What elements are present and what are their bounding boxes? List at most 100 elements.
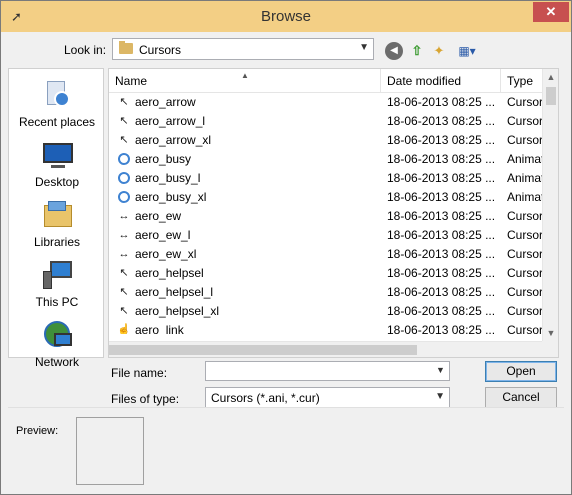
place-desktop[interactable]: Desktop — [9, 139, 105, 189]
file-name: aero_arrow — [135, 95, 196, 109]
file-type: Cursor — [507, 114, 543, 128]
lookin-dropdown[interactable]: Cursors ▼ — [112, 38, 374, 60]
table-row[interactable]: ↖ aero_arrow_xl 18-06-2013 08:25 ... Cursor — [109, 131, 543, 150]
view-menu-icon[interactable]: ▦▾ — [454, 42, 480, 60]
file-name: aero_ew_xl — [135, 247, 197, 261]
help-cursor-icon: ↖ — [119, 305, 129, 317]
table-row[interactable]: ↖ aero_helpsel_xl 18-06-2013 08:25 ... Curs… — [109, 302, 543, 321]
place-recent-places[interactable]: Recent places — [9, 79, 105, 129]
file-name: aero_link — [135, 323, 184, 334]
file-name: aero_ew — [135, 209, 182, 223]
file-type: Cursor — [507, 266, 543, 280]
this-pc-icon — [42, 259, 72, 289]
title-bar[interactable]: ➚ Browse ✕ — [1, 1, 571, 32]
file-type: Cursor — [507, 209, 543, 223]
file-type: Cursor — [507, 304, 543, 318]
file-date: 18-06-2013 08:25 ... — [387, 266, 496, 280]
file-type: Cursor — [507, 228, 543, 242]
filename-label: File name: — [111, 366, 168, 380]
filetype-value: Cursors (*.ani, *.cur) — [211, 391, 320, 405]
table-row[interactable]: aero_busy 18-06-2013 08:25 ... Animated cu… — [109, 150, 543, 169]
file-date: 18-06-2013 08:25 ... — [387, 209, 496, 223]
filename-input[interactable] — [205, 361, 450, 381]
file-date: 18-06-2013 08:25 ... — [387, 95, 496, 109]
up-folder-icon[interactable]: ⇧ — [408, 42, 426, 60]
scroll-thumb[interactable] — [546, 87, 556, 105]
file-name: aero_helpsel_xl — [135, 304, 220, 318]
table-row[interactable]: ↖ aero_arrow 18-06-2013 08:25 ... Cursor — [109, 93, 543, 112]
libraries-icon — [42, 199, 72, 229]
hand-cursor-icon: ☝ — [117, 324, 131, 334]
lookin-label: Look in: — [64, 43, 107, 57]
place-label: Recent places — [18, 115, 96, 129]
place-label: Network — [34, 355, 79, 369]
table-row[interactable]: ↖ aero_arrow_l 18-06-2013 08:25 ... Cursor — [109, 112, 543, 131]
filetype-label: Files of type: — [111, 392, 180, 406]
scroll-up-icon[interactable]: ▲ — [543, 69, 558, 85]
scroll-corner — [542, 341, 558, 357]
busy-ring-icon — [118, 153, 130, 165]
table-row[interactable]: ↖ aero_helpsel 18-06-2013 08:25 ... Cursor — [109, 264, 543, 283]
file-date: 18-06-2013 08:25 ... — [387, 228, 496, 242]
window-title: Browse — [260, 8, 312, 25]
recent-places-icon — [42, 79, 72, 109]
table-row[interactable]: aero_busy_xl 18-06-2013 08:25 ... Animated… — [109, 188, 543, 207]
column-date[interactable]: Date modified — [381, 69, 501, 93]
lookin-value: Cursors — [139, 43, 182, 57]
arrow-cursor-icon: ↖ — [119, 96, 129, 108]
desktop-icon — [42, 139, 73, 169]
scroll-down-icon[interactable]: ▼ — [543, 325, 558, 341]
resize-ew-icon: ↔ — [118, 248, 130, 260]
column-name[interactable]: Name ▲ — [109, 69, 381, 93]
file-name: aero_arrow_xl — [135, 133, 212, 147]
file-type: Animated cursor — [507, 171, 543, 185]
places-bar: Recent places Desktop Libraries This PC … — [8, 68, 105, 369]
file-type: Cursor — [507, 285, 543, 299]
help-cursor-icon: ↖ — [119, 286, 129, 298]
file-type: Animated cursor — [507, 152, 543, 166]
new-folder-icon[interactable]: ✦ — [430, 42, 448, 60]
file-date: 18-06-2013 08:25 ... — [387, 323, 496, 334]
preview-label: Preview: — [16, 425, 59, 437]
chevron-down-icon[interactable]: ▼ — [436, 365, 445, 375]
file-type: Animated cursor — [507, 190, 543, 204]
file-type: Cursor — [507, 247, 543, 261]
busy-ring-icon — [118, 172, 130, 184]
resize-ew-icon: ↔ — [118, 229, 130, 241]
file-date: 18-06-2013 08:25 ... — [387, 190, 496, 204]
cancel-button[interactable]: Cancel — [485, 387, 557, 408]
place-label: Libraries — [33, 235, 81, 249]
place-libraries[interactable]: Libraries — [9, 199, 105, 249]
place-label: Desktop — [34, 175, 80, 189]
divider — [8, 407, 564, 408]
table-row[interactable]: ↖ aero_helpsel_l 18-06-2013 08:25 ... Curso… — [109, 283, 543, 302]
vertical-scrollbar[interactable]: ▲ ▼ — [542, 69, 558, 341]
file-date: 18-06-2013 08:25 ... — [387, 171, 496, 185]
file-type: Cursor — [507, 323, 543, 334]
table-row[interactable]: ☝ aero_link 18-06-2013 08:25 ... Cursor — [109, 321, 543, 334]
file-name: aero_busy — [135, 152, 192, 166]
back-arrow-icon[interactable]: ◀ — [385, 42, 403, 60]
table-row[interactable]: ↔ aero_ew_xl 18-06-2013 08:25 ... Cursor — [109, 245, 544, 264]
sort-up-icon: ▲ — [241, 71, 249, 80]
close-button[interactable]: ✕ — [533, 2, 569, 22]
table-row[interactable]: aero_busy_l 18-06-2013 08:25 ... Animated … — [109, 169, 543, 188]
place-this-pc[interactable]: This PC — [9, 259, 105, 309]
file-name: aero_ew_l — [135, 228, 191, 242]
chevron-down-icon: ▼ — [359, 42, 369, 53]
resize-ew-icon: ↔ — [118, 210, 130, 222]
column-type[interactable]: Type — [501, 69, 543, 93]
open-button[interactable]: Open — [485, 361, 557, 382]
browse-dialog: ➚ Browse ✕ Look in: Cursors ▼ ◀ ⇧ ✦ ▦▾ R… — [0, 0, 572, 495]
file-date: 18-06-2013 08:25 ... — [387, 285, 496, 299]
table-row[interactable]: ↔ aero_ew 18-06-2013 08:25 ... Cursor — [109, 207, 544, 226]
horizontal-scrollbar[interactable] — [109, 341, 543, 357]
hscroll-thumb[interactable] — [109, 345, 417, 355]
table-row[interactable]: ↔ aero_ew_l 18-06-2013 08:25 ... Cursor — [109, 226, 544, 245]
place-network[interactable]: Network — [9, 319, 105, 369]
file-name: aero_busy_l — [135, 171, 201, 185]
file-list[interactable]: Name ▲ Date modified Type ↖ aero_arrow 18-… — [108, 68, 559, 358]
arrow-cursor-icon: ↖ — [119, 115, 129, 127]
file-date: 18-06-2013 08:25 ... — [387, 247, 496, 261]
filetype-dropdown[interactable]: Cursors (*.ani, *.cur) ▼ — [205, 387, 450, 408]
